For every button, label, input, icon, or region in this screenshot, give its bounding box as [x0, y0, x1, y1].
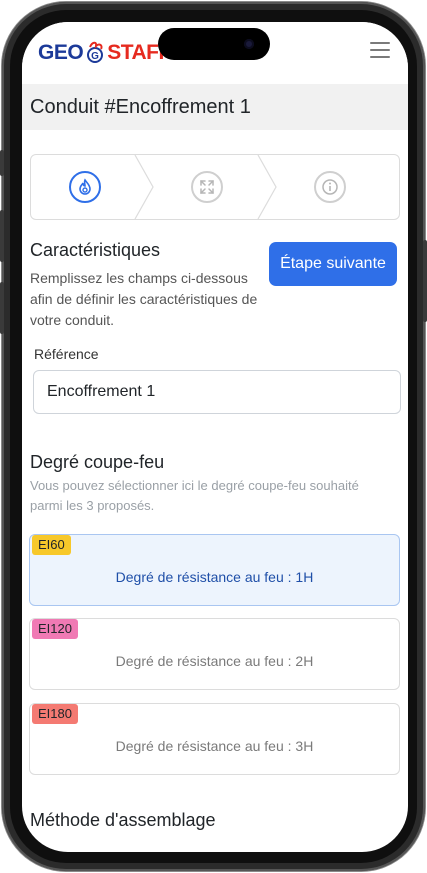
- silent-switch: [0, 150, 4, 176]
- power-button: [423, 240, 427, 322]
- info-icon: [314, 171, 346, 203]
- characteristics-heading: Caractéristiques: [30, 240, 161, 260]
- expand-icon: [191, 171, 223, 203]
- fire-rating-option-ei180[interactable]: EI180 Degré de résistance au feu : 3H: [29, 703, 400, 775]
- characteristics-description: Remplissez les champs ci-dessous afin de…: [30, 270, 258, 328]
- front-camera: [244, 39, 254, 49]
- step-separator-chevron: [257, 155, 277, 219]
- page-title-bar: Conduit #Encoffrement 1: [22, 84, 408, 130]
- reference-input[interactable]: [33, 370, 401, 414]
- fire-rating-option-ei120[interactable]: EI120 Degré de résistance au feu : 2H: [29, 618, 400, 690]
- rating-badge: EI60: [32, 535, 71, 555]
- rating-label: Degré de résistance au feu : 2H: [115, 653, 314, 669]
- app-screen: GEO G STAFF Conduit #Encoffrement 1 Cara…: [22, 22, 408, 852]
- step-progress: [30, 154, 400, 220]
- rating-badge: EI120: [32, 619, 78, 639]
- reference-label: Référence: [34, 346, 99, 362]
- volume-up-button: [0, 210, 4, 262]
- svg-text:G: G: [91, 51, 99, 62]
- fire-icon: [69, 171, 101, 203]
- page-title: Conduit #Encoffrement 1: [30, 96, 251, 118]
- step-information[interactable]: [277, 155, 399, 219]
- logo-flame-icon: G: [87, 41, 104, 63]
- fire-rating-description: Vous pouvez sélectionner ici le degré co…: [30, 478, 359, 513]
- rating-badge: EI180: [32, 704, 78, 724]
- fire-rating-option-ei60[interactable]: EI60 Degré de résistance au feu : 1H: [29, 534, 400, 606]
- rating-label: Degré de résistance au feu : 3H: [115, 738, 314, 754]
- assembly-method-heading: Méthode d'assemblage: [30, 810, 216, 830]
- hamburger-menu-icon[interactable]: [370, 42, 390, 58]
- step-separator-chevron: [134, 155, 154, 219]
- fire-rating-heading: Degré coupe-feu: [30, 452, 165, 472]
- rating-label: Degré de résistance au feu : 1H: [115, 569, 314, 585]
- logo-geo-text: GEO: [38, 41, 84, 64]
- volume-down-button: [0, 282, 4, 334]
- geostaff-logo[interactable]: GEO G STAFF: [38, 40, 171, 66]
- dynamic-island: [158, 28, 270, 60]
- next-step-button[interactable]: Étape suivante: [269, 242, 397, 286]
